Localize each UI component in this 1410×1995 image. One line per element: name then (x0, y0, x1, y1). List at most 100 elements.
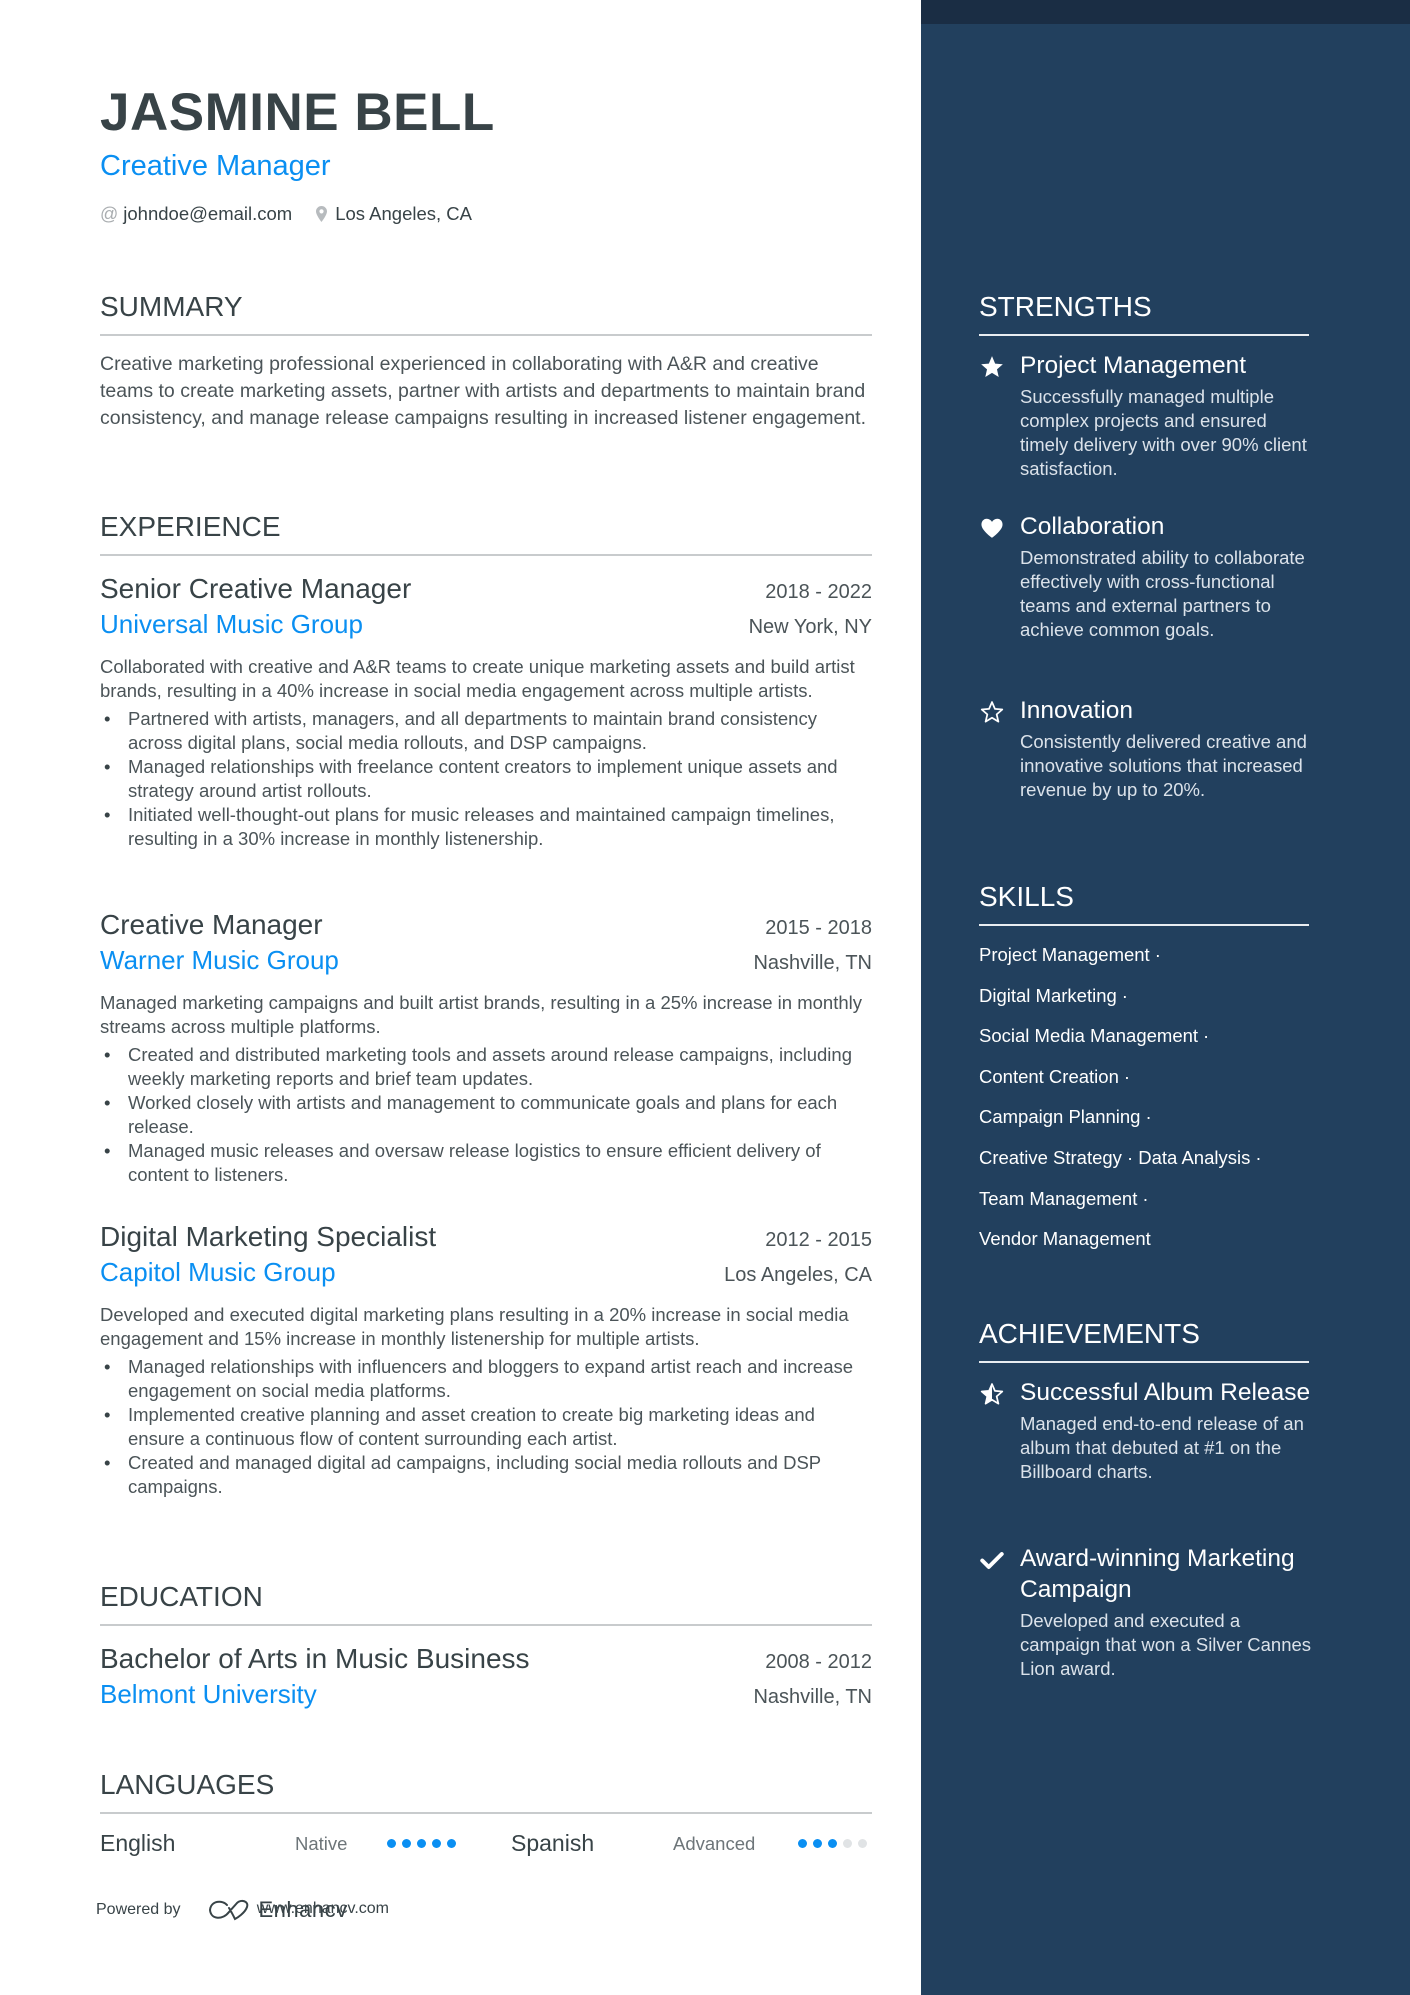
achievement-title: Award-winning Marketing Campaign (1020, 1545, 1295, 1603)
powered-by-label: Powered by (96, 1901, 181, 1918)
enhancv-logo-icon[interactable] (207, 1899, 253, 1921)
job-dates: 2012 - 2015 (765, 1229, 872, 1251)
language-rating (798, 1839, 867, 1848)
achievement-description: Managed end-to-end release of an album t… (1020, 1413, 1304, 1482)
job-title: Creative Manager (100, 909, 323, 940)
job-location: Los Angeles, CA (724, 1264, 872, 1286)
email-item[interactable]: @ johndoe@email.com (100, 202, 292, 226)
strength-item: Project Management Successfully managed … (979, 350, 1319, 481)
language-level: Native (295, 1832, 348, 1854)
language-name: English (100, 1830, 176, 1856)
job-entry: Senior Creative Manager 2018 - 2022 Univ… (100, 571, 872, 851)
achievement-title: Successful Album Release (1020, 1379, 1311, 1406)
skills-line: Project Management · (979, 943, 1161, 967)
school-name[interactable]: Belmont University (100, 1677, 317, 1711)
job-description: Developed and executed digital marketing… (100, 1304, 849, 1349)
job-bullet: Managed music releases and oversaw relea… (100, 1139, 872, 1187)
star-half-icon (980, 1383, 1004, 1405)
job-bullet: Implemented creative planning and asset … (100, 1403, 872, 1451)
skill-separator: · (1126, 1147, 1139, 1168)
skills-line: Content Creation · (979, 1065, 1130, 1089)
job-dates: 2015 - 2018 (765, 917, 872, 939)
education-dates: 2008 - 2012 (765, 1651, 872, 1673)
summary-text: Creative marketing professional experien… (100, 353, 867, 429)
degree: Bachelor of Arts in Music Business (100, 1643, 530, 1674)
skill-item: Content Creation (979, 1065, 1119, 1087)
contact-info: @ johndoe@email.com Los Angeles, CA (100, 202, 496, 226)
strength-item: Innovation Consistently delivered creati… (979, 695, 1319, 802)
rating-dot-filled (417, 1839, 426, 1848)
experience-heading: EXPERIENCE (100, 510, 872, 556)
skill-item: Campaign Planning (979, 1106, 1141, 1128)
company-name[interactable]: Universal Music Group (100, 607, 363, 641)
language-level: Advanced (673, 1832, 756, 1854)
job-bullet: Managed relationships with influencers a… (100, 1355, 872, 1403)
sidebar-top-strip (921, 0, 1410, 24)
strength-title: Innovation (1020, 697, 1134, 724)
star-filled-icon (981, 356, 1003, 377)
achievements-heading: ACHIEVEMENTS (979, 1317, 1309, 1363)
skills-line: Digital Marketing · (979, 984, 1128, 1008)
skills-line: Campaign Planning · (979, 1105, 1152, 1129)
location-item: Los Angeles, CA (316, 202, 472, 226)
skill-separator: · (1145, 1106, 1152, 1128)
job-bullet: Created and distributed marketing tools … (100, 1043, 872, 1091)
job-entry: Digital Marketing Specialist 2012 - 2015… (100, 1219, 872, 1499)
skills-line: Team Management · (979, 1187, 1149, 1211)
job-bullets: Created and distributed marketing tools … (100, 1043, 872, 1187)
achievement-item: Successful Album Release Managed end-to-… (979, 1377, 1319, 1484)
summary-heading: SUMMARY (100, 290, 872, 336)
strength-description: Demonstrated ability to collaborate effe… (1020, 547, 1305, 640)
job-description: Collaborated with creative and A&R teams… (100, 656, 855, 701)
job-bullets: Partnered with artists, managers, and al… (100, 707, 872, 851)
strength-description: Successfully managed multiple complex pr… (1020, 386, 1307, 479)
achievement-description: Developed and executed a campaign that w… (1020, 1610, 1312, 1679)
rating-dot-filled (828, 1839, 837, 1848)
rating-dot-empty (858, 1839, 867, 1848)
company-name[interactable]: Capitol Music Group (100, 1255, 336, 1289)
strength-title: Collaboration (1020, 513, 1165, 540)
rating-dot-filled (387, 1839, 396, 1848)
skill-item: Project Management (979, 944, 1150, 965)
education-location: Nashville, TN (753, 1686, 872, 1708)
footer-url[interactable]: www.enhancv.com (257, 1900, 389, 1918)
company-name[interactable]: Warner Music Group (100, 943, 339, 977)
skill-item: Digital Marketing (979, 984, 1117, 1006)
email-text: johndoe@email.com (123, 203, 293, 224)
strengths-heading: STRENGTHS (979, 290, 1309, 336)
job-location: Nashville, TN (753, 952, 872, 974)
star-outline-icon (980, 701, 1004, 723)
rating-dot-filled (798, 1839, 807, 1848)
job-description: Managed marketing campaigns and built ar… (100, 992, 862, 1037)
job-dates: 2018 - 2022 (765, 581, 872, 603)
skill-separator: · (1154, 944, 1161, 965)
skills-line: Vendor Management (979, 1227, 1151, 1251)
candidate-name: JASMINE BELL (100, 83, 495, 142)
skill-separator: · (1123, 1065, 1131, 1087)
location-text: Los Angeles, CA (335, 203, 472, 224)
rating-dot-filled (402, 1839, 411, 1848)
strength-title: Project Management (1020, 352, 1247, 379)
achievement-item: Award-winning Marketing Campaign Develop… (979, 1543, 1319, 1681)
skill-item: Creative Strategy (979, 1147, 1122, 1168)
rating-dot-filled (432, 1839, 441, 1848)
skill-separator: · (1203, 1025, 1210, 1047)
strength-description: Consistently delivered creative and inno… (1020, 731, 1307, 800)
job-bullet: Worked closely with artists and manageme… (100, 1091, 872, 1139)
language-name: Spanish (511, 1830, 595, 1856)
language-rating (387, 1839, 511, 1848)
heart-icon (981, 518, 1003, 538)
skills-line: Social Media Management · (979, 1024, 1209, 1048)
main-column: JASMINE BELL Creative Manager @ johndoe@… (0, 0, 921, 1995)
rating-dot-empty (843, 1839, 852, 1848)
skill-item: Data Analysis (1138, 1147, 1251, 1168)
job-bullet: Managed relationships with freelance con… (100, 755, 872, 803)
job-bullets: Managed relationships with influencers a… (100, 1355, 872, 1499)
skill-item: Vendor Management (979, 1228, 1151, 1250)
job-title: Digital Marketing Specialist (100, 1221, 437, 1252)
education-heading: EDUCATION (100, 1580, 872, 1626)
skill-separator: · (1255, 1147, 1262, 1168)
skill-separator: · (1142, 1187, 1149, 1209)
checkmark-icon (980, 1552, 1004, 1569)
skills-heading: SKILLS (979, 880, 1309, 926)
